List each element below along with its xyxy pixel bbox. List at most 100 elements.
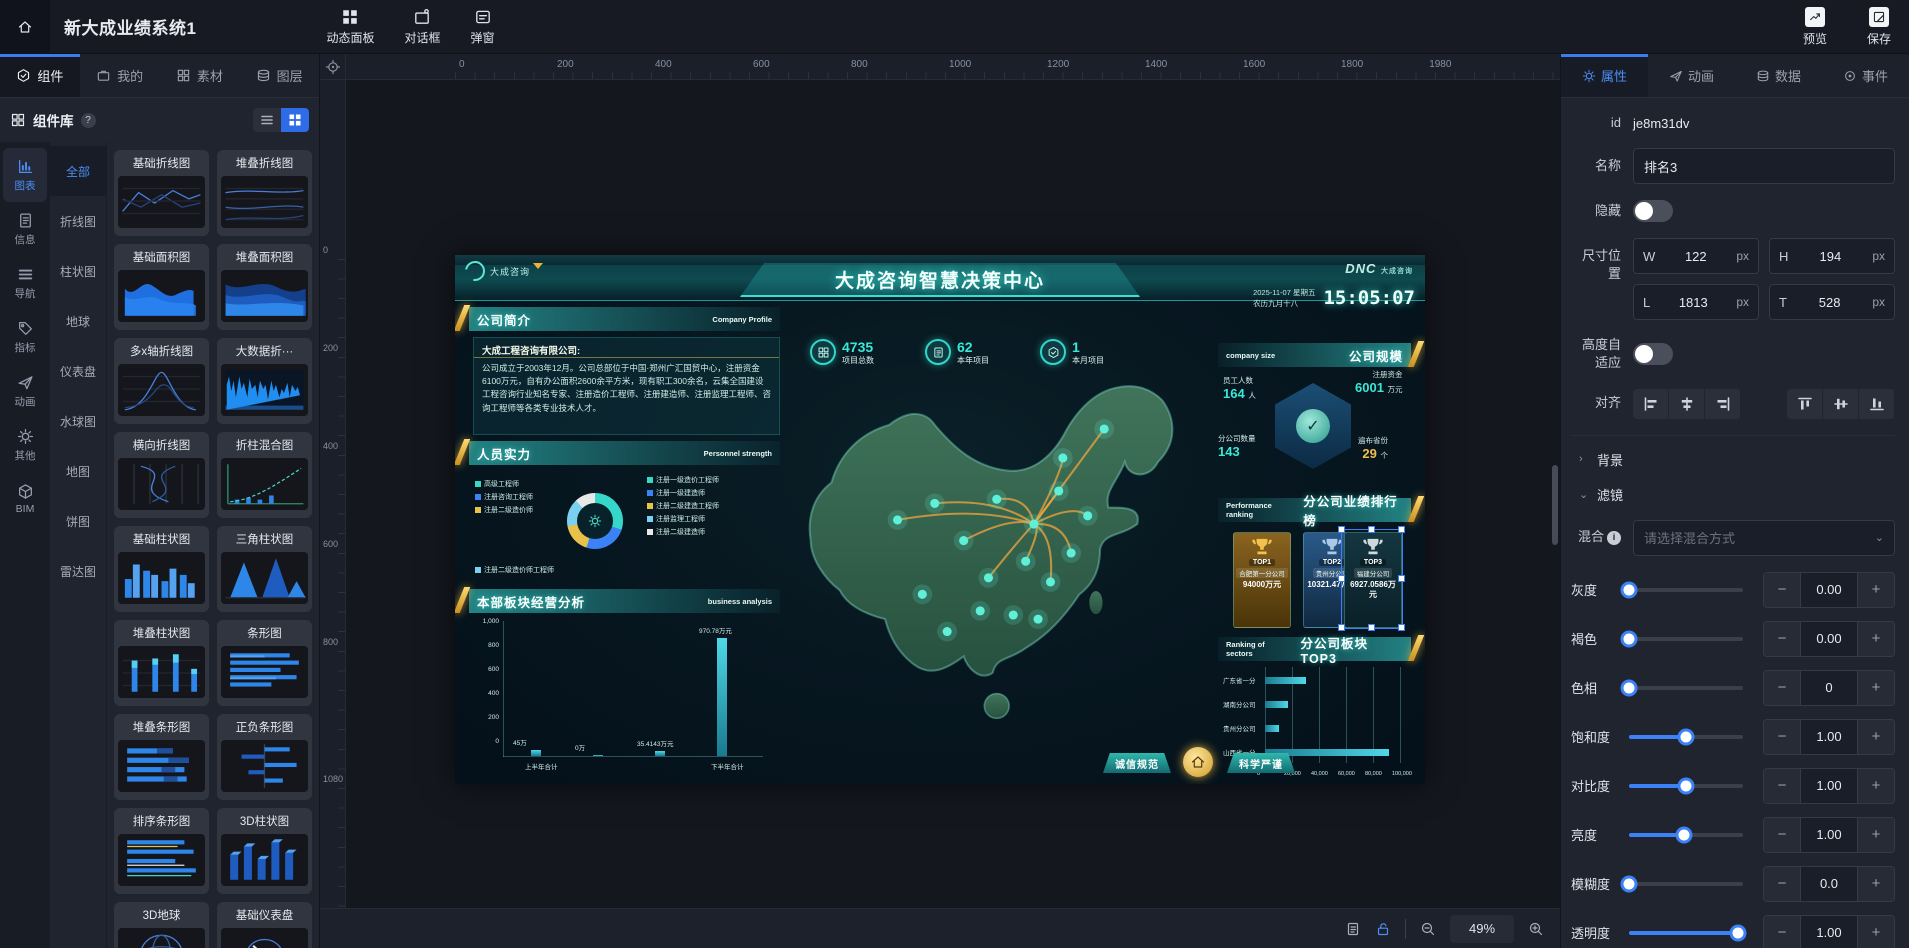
subcategory-雷达图[interactable]: 雷达图 [50, 546, 106, 596]
panel-company-scale[interactable]: company size公司规模 [1218, 343, 1411, 367]
subcategory-水球图[interactable]: 水球图 [50, 396, 106, 446]
category-导航[interactable]: 导航 [3, 256, 47, 310]
slider-thumb[interactable] [1621, 581, 1638, 598]
component-card-三角柱状图[interactable]: 三角柱状图 [217, 526, 312, 612]
size-input-W[interactable]: W122px [1633, 238, 1759, 274]
component-card-正负条形图[interactable]: 正负条形图 [217, 714, 312, 800]
zoom-out-icon[interactable] [1420, 921, 1436, 937]
ruler-target-icon[interactable] [320, 54, 346, 80]
slider-thumb[interactable] [1675, 826, 1692, 843]
slider-track[interactable] [1629, 833, 1743, 837]
hide-toggle[interactable] [1633, 200, 1673, 222]
component-card-堆叠折线图[interactable]: 堆叠折线图 [217, 150, 312, 236]
slider-track[interactable] [1629, 686, 1743, 690]
component-card-排序条形图[interactable]: 排序条形图 [114, 808, 209, 894]
slider-track[interactable] [1629, 931, 1743, 935]
tab-图层[interactable]: 图层 [239, 54, 319, 97]
business-bar-chart[interactable]: 1,000800600400200045万0万35.4143万元970.78万元… [473, 621, 773, 771]
minus-button[interactable]: − [1764, 573, 1800, 607]
component-card-条形图[interactable]: 条形图 [217, 620, 312, 706]
minus-button[interactable]: − [1764, 818, 1800, 852]
canvas-area[interactable]: 0200400600800100012001400160018001980 02… [320, 54, 1560, 948]
category-指标[interactable]: 指标 [3, 310, 47, 364]
subcategory-全部[interactable]: 全部 [50, 146, 106, 196]
category-图表[interactable]: 图表 [3, 148, 47, 202]
dashboard-artboard[interactable]: 大成咨询智慧决策中心大成咨询DNC 大成咨询2025-11-07 星期五农历九月… [455, 255, 1425, 784]
subcategory-仪表盘[interactable]: 仪表盘 [50, 346, 106, 396]
subcategory-柱状图[interactable]: 柱状图 [50, 246, 106, 296]
slider-thumb[interactable] [1621, 875, 1638, 892]
ranking-card-TOP1[interactable]: TOP1合肥第一分公司94000万元 [1233, 532, 1291, 628]
slider-track[interactable] [1629, 882, 1743, 886]
dashboard-title-banner[interactable]: 大成咨询智慧决策中心 [740, 263, 1140, 297]
minus-button[interactable]: − [1764, 720, 1800, 754]
inspector-tab-数据[interactable]: 数据 [1735, 54, 1822, 97]
component-card-多x轴折线图[interactable]: 多x轴折线图 [114, 338, 209, 424]
plus-button[interactable]: + [1858, 671, 1894, 705]
selection-handle[interactable] [1398, 526, 1405, 533]
selection-handle[interactable] [1368, 526, 1375, 533]
panel-sectors[interactable]: Ranking of sectors分公司板块TOP3 [1218, 637, 1411, 661]
help-icon[interactable]: ? [81, 113, 96, 128]
subcategory-折线图[interactable]: 折线图 [50, 196, 106, 246]
slider-thumb[interactable] [1621, 630, 1638, 647]
selection-handle[interactable] [1368, 624, 1375, 631]
size-input-H[interactable]: H194px [1769, 238, 1895, 274]
component-card-基础柱状图[interactable]: 基础柱状图 [114, 526, 209, 612]
panel-personnel[interactable]: 人员实力Personnel strength [469, 441, 780, 465]
plus-button[interactable]: + [1858, 720, 1894, 754]
plus-button[interactable]: + [1858, 818, 1894, 852]
unlock-icon[interactable] [1375, 921, 1391, 937]
dashboard-datetime[interactable]: 2025-11-07 星期五农历九月十八15:05:07 [1253, 287, 1415, 310]
inspector-tab-属性[interactable]: 属性 [1561, 54, 1648, 97]
component-card-横向折线图[interactable]: 横向折线图 [114, 432, 209, 518]
panel-business[interactable]: 本部板块经营分析business analysis [469, 589, 780, 613]
slider-thumb[interactable] [1621, 679, 1638, 696]
selection-handle[interactable] [1398, 624, 1405, 631]
category-信息[interactable]: 信息 [3, 202, 47, 256]
size-input-T[interactable]: T528px [1769, 284, 1895, 320]
slider-thumb[interactable] [1678, 777, 1695, 794]
company-profile-text[interactable]: 大成工程咨询有限公司:公司成立于2003年12月。公司总部位于中国·郑州广汇国贸… [473, 337, 780, 435]
selection-handle[interactable] [1398, 575, 1405, 582]
align-bottom-button[interactable] [1859, 389, 1895, 419]
toolbar-button-对话框[interactable]: 对话框 [404, 8, 440, 46]
minus-button[interactable]: − [1764, 622, 1800, 656]
selection-handle[interactable] [1338, 526, 1345, 533]
component-card-基础面积图[interactable]: 基础面积图 [114, 244, 209, 330]
minus-button[interactable]: − [1764, 671, 1800, 705]
component-card-堆叠柱状图[interactable]: 堆叠柱状图 [114, 620, 209, 706]
category-动画[interactable]: 动画 [3, 364, 47, 418]
component-card-基础折线图[interactable]: 基础折线图 [114, 150, 209, 236]
slider-thumb[interactable] [1730, 924, 1747, 941]
background-section[interactable]: › 背景 [1579, 450, 1895, 469]
slider-track[interactable] [1629, 735, 1743, 739]
minus-button[interactable]: − [1764, 867, 1800, 901]
canvas-vertical-scrollbar[interactable] [1552, 465, 1558, 545]
subcategory-饼图[interactable]: 饼图 [50, 496, 106, 546]
plus-button[interactable]: + [1858, 622, 1894, 656]
category-BIM[interactable]: BIM [3, 472, 47, 526]
align-right-button[interactable] [1705, 389, 1741, 419]
inspector-tab-事件[interactable]: 事件 [1822, 54, 1909, 97]
align-top-button[interactable] [1787, 389, 1823, 419]
blend-select[interactable]: 请选择混合方式⌄ [1633, 520, 1895, 556]
selection-box[interactable] [1341, 529, 1403, 629]
plus-button[interactable]: + [1858, 916, 1894, 948]
component-card-3D地球[interactable]: 3D地球 [114, 902, 209, 948]
subcategory-地球[interactable]: 地球 [50, 296, 106, 346]
panel-ranking[interactable]: Performance ranking分公司业绩排行榜 [1218, 498, 1411, 522]
component-card-基础仪表盘[interactable]: 基础仪表盘 [217, 902, 312, 948]
zoom-level[interactable]: 49% [1450, 915, 1514, 943]
dashboard-logo[interactable]: 大成咨询 [465, 261, 530, 281]
zoom-in-icon[interactable] [1528, 921, 1544, 937]
plus-button[interactable]: + [1858, 867, 1894, 901]
inspector-tab-动画[interactable]: 动画 [1648, 54, 1735, 97]
preview-button[interactable]: 预览 [1803, 7, 1827, 47]
minus-button[interactable]: − [1764, 769, 1800, 803]
save-button[interactable]: 保存 [1867, 7, 1891, 47]
plus-button[interactable]: + [1858, 573, 1894, 607]
tab-组件[interactable]: 组件 [0, 54, 80, 97]
stat-chip[interactable]: 62本年项目 [925, 335, 989, 369]
selection-handle[interactable] [1338, 575, 1345, 582]
